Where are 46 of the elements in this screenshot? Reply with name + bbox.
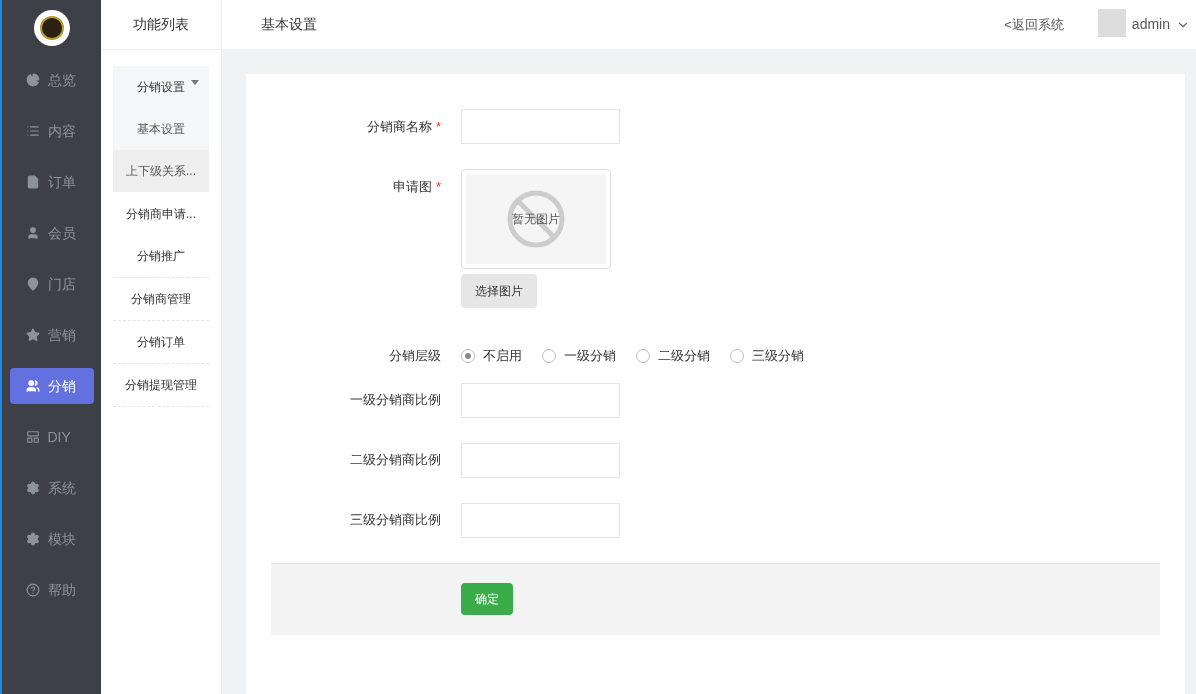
caret-icon	[191, 80, 199, 85]
user-icon	[25, 226, 40, 240]
nav-item[interactable]: 分销	[9, 368, 94, 404]
page-title: 基本设置	[261, 15, 317, 34]
map-pin-icon	[25, 277, 40, 291]
avatar	[1097, 8, 1126, 37]
logo-icon	[33, 10, 70, 46]
submenu-item[interactable]: 分销提现管理	[113, 364, 209, 407]
nav-item[interactable]: 营销	[9, 317, 94, 353]
gear-icon	[25, 532, 40, 546]
submenu-item[interactable]: 分销商管理	[113, 278, 209, 321]
star-icon	[25, 328, 40, 342]
submenu-item[interactable]: 分销订单	[113, 321, 209, 364]
radio-option[interactable]: 一级分销	[542, 346, 616, 366]
text-field[interactable]	[461, 442, 620, 478]
gear-icon	[25, 481, 40, 495]
choose-image-button[interactable]: 选择图片	[461, 274, 537, 308]
pie-chart-icon	[25, 73, 40, 87]
submenu-title: 功能列表	[133, 15, 189, 34]
submenu-item[interactable]: 分销商申请...	[113, 192, 209, 235]
no-image-text: 暂无图片	[512, 211, 560, 228]
field-label: 分销商名称 *	[367, 118, 441, 134]
submenu-item[interactable]: 上下级关系...	[113, 150, 209, 192]
submenu-item[interactable]: 基本设置	[113, 108, 209, 150]
radio-option[interactable]: 二级分销	[636, 346, 710, 366]
document-icon	[25, 175, 40, 189]
users-icon	[25, 379, 40, 393]
field-label: 三级分销商比例	[350, 512, 441, 528]
field-label: 一级分销商比例	[350, 392, 441, 408]
text-field[interactable]	[461, 109, 620, 144]
help-icon	[25, 583, 40, 597]
list-icon	[25, 124, 40, 138]
field-label: 分销层级	[389, 348, 441, 363]
submenu-group[interactable]: 分销设置	[113, 66, 209, 108]
back-link[interactable]: <返回系统	[1004, 14, 1064, 35]
nav-item[interactable]: 门店	[9, 266, 94, 302]
field-label: 二级分销商比例	[350, 452, 441, 468]
no-image-icon	[506, 189, 566, 249]
radio-option[interactable]: 不启用	[461, 346, 522, 366]
text-field[interactable]	[461, 502, 620, 538]
submenu-item[interactable]: 分销推广	[113, 235, 209, 278]
user-name[interactable]: admin	[1131, 14, 1170, 35]
layout-icon	[25, 430, 40, 444]
radio-option[interactable]: 三级分销	[730, 346, 804, 366]
text-field[interactable]	[461, 382, 620, 418]
field-label: 申请图 *	[393, 179, 441, 194]
